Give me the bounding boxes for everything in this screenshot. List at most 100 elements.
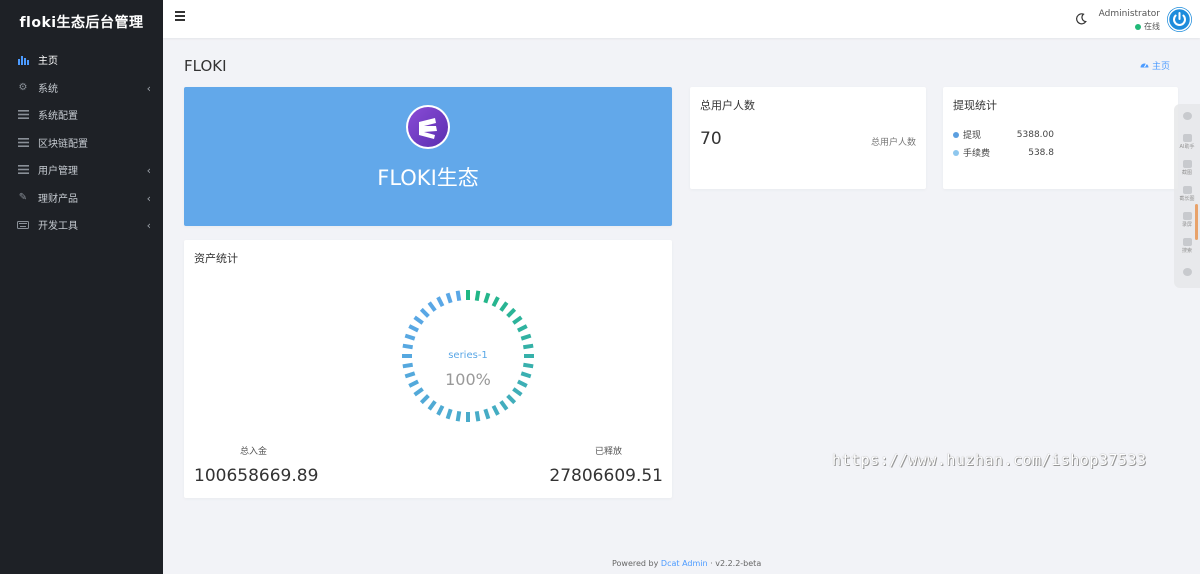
toolbar-item-ai[interactable]: AI助手 [1174, 134, 1200, 150]
sidebar-item-blockchain-config[interactable]: 区块链配置 [0, 129, 163, 157]
progress-segment [436, 296, 445, 308]
toolbar-label: 搜索 [1181, 248, 1192, 254]
banner-title: FLOKI生态 [377, 166, 479, 190]
scroll-capture-icon [1182, 186, 1192, 194]
user-status-label: 在线 [1144, 22, 1160, 31]
online-dot-icon [1135, 23, 1141, 30]
progress-segment [516, 324, 528, 333]
progress-segment [419, 394, 430, 405]
floki-logo-icon [406, 105, 450, 149]
pencil-icon: ✎ [18, 191, 28, 203]
progress-segment [522, 343, 534, 350]
floating-toolbar: AI助手 截图 截长图 录屏 搜索 [1174, 104, 1200, 288]
progress-segment [427, 301, 437, 312]
fee-label: 手续费 [963, 149, 991, 159]
series-name: series-1 [448, 350, 488, 361]
progress-segment [419, 307, 430, 318]
breadcrumb[interactable]: 主页 [1140, 59, 1170, 72]
dashboard-icon [1140, 60, 1149, 71]
sidebar-item-label: 区块链配置 [38, 138, 88, 150]
toolbar-label: 截图 [1181, 170, 1192, 176]
progress-segment [520, 371, 532, 379]
progress-segment [408, 379, 420, 388]
legend-dot [953, 131, 959, 138]
progress-segment [408, 324, 420, 333]
toolbar-item-long-screenshot[interactable]: 截长图 [1174, 186, 1200, 202]
progress-segment [499, 400, 509, 411]
sidebar: floki生态后台管理 主页 ⚙ 系统 ‹ 系统配置 区块链配置 用户管理 ‹ … [0, 0, 163, 574]
toolbar-item-screenshot[interactable]: 截图 [1174, 160, 1200, 176]
withdraw-row: 提现 5388.00 [953, 128, 1054, 141]
avatar[interactable] [1167, 7, 1192, 32]
total-in-label: 总入金 [240, 447, 268, 457]
bar-chart-icon [17, 54, 29, 66]
progress-segment [455, 410, 462, 422]
toolbar-scrollbar[interactable] [1195, 204, 1198, 240]
chevron-left-icon: ‹ [146, 219, 151, 232]
power-icon [1167, 7, 1192, 32]
sidebar-item-dev-tools[interactable]: 开发工具 ‹ [0, 211, 163, 239]
sidebar-item-label: 开发工具 [38, 221, 78, 233]
chevron-left-icon: ‹ [146, 164, 151, 177]
progress-segment [402, 362, 414, 369]
progress-segment [499, 301, 509, 312]
page-title: FLOKI [184, 57, 227, 75]
legend-dot [953, 149, 959, 156]
user-name[interactable]: Administrator [1099, 9, 1160, 19]
sidebar-item-label: 理财产品 [38, 193, 78, 205]
sidebar-item-user-management[interactable]: 用户管理 ‹ [0, 156, 163, 184]
released-value: 27806609.51 [549, 466, 663, 486]
sidebar-item-system-config[interactable]: 系统配置 [0, 101, 163, 129]
progress-segment [491, 296, 500, 308]
progress-segment [413, 315, 424, 325]
settings-icon[interactable] [1174, 268, 1200, 277]
app-title[interactable]: floki生态后台管理 [0, 0, 163, 44]
progress-segment [445, 408, 453, 420]
user-status: 在线 [1135, 21, 1160, 32]
fee-value: 538.8 [1028, 147, 1054, 158]
toolbar-label: 截长图 [1179, 196, 1195, 202]
user-count: 70 [700, 129, 722, 149]
asset-stats-card: 资产统计 series-1 100% 总入金 100658669.89 已释放 … [184, 240, 672, 498]
list-icon [17, 136, 29, 148]
menu-toggle-icon[interactable] [175, 11, 185, 21]
sidebar-item-label: 主页 [38, 56, 58, 68]
chevron-left-icon: ‹ [146, 191, 151, 205]
withdraw-value: 5388.00 [1016, 129, 1054, 140]
sidebar-item-system[interactable]: ⚙ 系统 ‹ [0, 74, 163, 102]
dark-mode-icon[interactable] [1074, 12, 1088, 26]
progress-segment [520, 333, 532, 341]
progress-segment [491, 404, 500, 416]
progress-segment [436, 404, 445, 416]
radial-progress-chart: series-1 100% [402, 290, 534, 422]
progress-segment [474, 290, 481, 302]
progress-segment [483, 408, 491, 420]
progress-segment [506, 307, 517, 318]
progress-segment [512, 387, 523, 397]
progress-segment [474, 410, 481, 422]
footer-link[interactable]: Dcat Admin [661, 559, 708, 568]
progress-segment [483, 292, 491, 304]
released-label: 已释放 [595, 447, 623, 457]
progress-segment [413, 387, 424, 397]
breadcrumb-home[interactable]: 主页 [1152, 59, 1170, 72]
camera-icon [1182, 160, 1192, 168]
sidebar-item-financial-products[interactable]: ✎ 理财产品 ‹ [0, 184, 163, 212]
toolbar-item-search[interactable]: 搜索 [1174, 238, 1200, 254]
progress-segment [516, 379, 528, 388]
sidebar-item-label: 系统配置 [38, 111, 78, 123]
footer: Powered by Dcat Admin · v2.2.2-beta [612, 559, 761, 568]
footer-prefix: Powered by [612, 559, 659, 568]
progress-percent: 100% [445, 370, 491, 389]
chevron-left-icon: ‹ [146, 81, 151, 95]
sidebar-item-label: 系统 [38, 83, 58, 95]
heart-icon[interactable] [1174, 112, 1200, 121]
footer-version: v2.2.2-beta [715, 559, 762, 568]
sidebar-menu: 主页 ⚙ 系统 ‹ 系统配置 区块链配置 用户管理 ‹ ✎ 理财产品 ‹ 开发工… [0, 44, 163, 239]
footer-separator: · [710, 559, 713, 568]
progress-segment [455, 290, 462, 302]
sidebar-item-home[interactable]: 主页 [0, 46, 163, 74]
total-in-value: 100658669.89 [194, 466, 319, 486]
user-count-label: 总用户人数 [870, 138, 916, 148]
progress-segment [404, 333, 416, 341]
